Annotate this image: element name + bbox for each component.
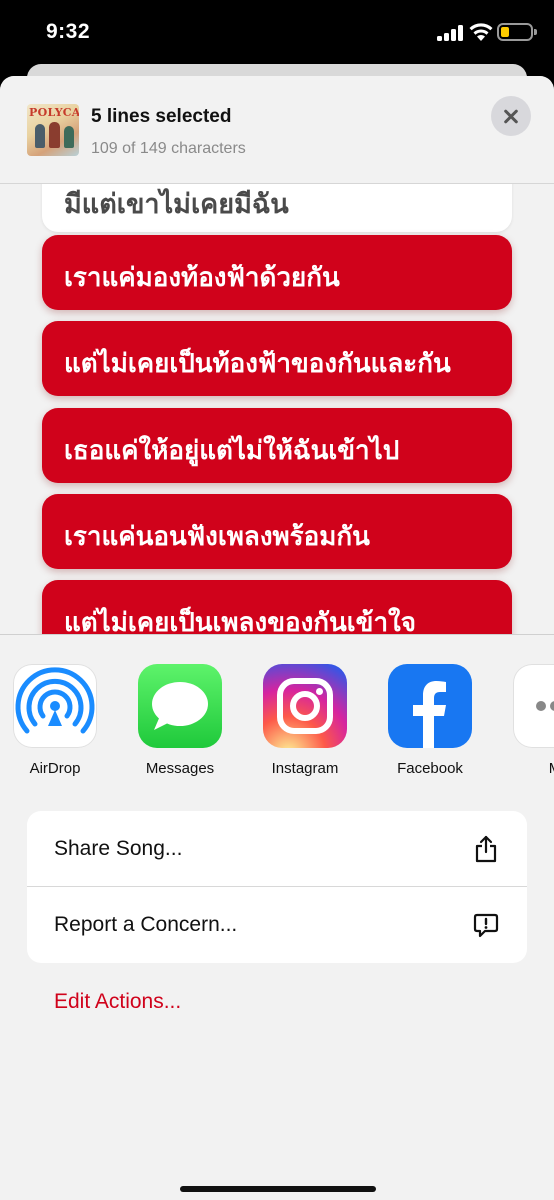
share-app-label: Instagram bbox=[271, 760, 339, 777]
divider bbox=[0, 634, 554, 635]
share-song-button[interactable]: Share Song... bbox=[27, 811, 527, 887]
share-app-label: Messages bbox=[145, 760, 215, 777]
battery-icon bbox=[497, 23, 537, 41]
lyric-line-text: เราแค่นอนฟังเพลงพร้อมกัน bbox=[64, 521, 370, 551]
album-art: POLYCAT bbox=[27, 104, 79, 156]
lyric-line-selected[interactable]: เธอแค่ให้อยู่แต่ไม่ให้ฉันเข้าไป bbox=[42, 408, 512, 483]
sheet-header: POLYCAT 5 lines selected 109 of 149 char… bbox=[0, 76, 554, 184]
cellular-signal-icon bbox=[437, 25, 465, 41]
airdrop-icon bbox=[13, 664, 97, 748]
close-button[interactable] bbox=[491, 96, 531, 136]
status-bar: 9:32 bbox=[0, 0, 554, 64]
report-concern-button[interactable]: Report a Concern... bbox=[27, 887, 527, 963]
action-label: Report a Concern... bbox=[54, 913, 238, 936]
action-label: Share Song... bbox=[54, 837, 183, 860]
lyrics-preview: มีแต่เขาไม่เคยมีฉัน เราแค่มองท้องฟ้าด้วย… bbox=[0, 184, 554, 634]
share-icon bbox=[475, 835, 497, 863]
messages-icon bbox=[138, 664, 222, 748]
home-indicator bbox=[180, 1186, 376, 1192]
share-app-label: Facebook bbox=[397, 760, 463, 777]
share-app-label: M bbox=[500, 760, 554, 777]
share-sheet: POLYCAT 5 lines selected 109 of 149 char… bbox=[0, 76, 554, 1200]
status-time: 9:32 bbox=[46, 20, 91, 43]
share-app-label: AirDrop bbox=[29, 760, 81, 777]
lyric-line-selected[interactable]: เราแค่นอนฟังเพลงพร้อมกัน bbox=[42, 494, 512, 569]
report-icon bbox=[473, 913, 499, 938]
lyric-line-text: แต่ไม่เคยเป็นท้องฟ้าของกันและกัน bbox=[64, 348, 451, 378]
album-art-text: POLYCAT bbox=[29, 106, 79, 119]
lyric-line-text: เราแค่มองท้องฟ้าด้วยกัน bbox=[64, 262, 340, 292]
selection-subtitle: 109 of 149 characters bbox=[91, 140, 246, 157]
share-apps-row: AirDrop Messages Instagram Facebook bbox=[0, 664, 554, 784]
more-icon bbox=[513, 664, 554, 748]
facebook-icon bbox=[388, 664, 472, 748]
selection-title: 5 lines selected bbox=[91, 106, 232, 127]
lyric-line-text: มีแต่เขาไม่เคยมีฉัน bbox=[64, 189, 289, 219]
edit-actions-link[interactable]: Edit Actions... bbox=[54, 990, 181, 1014]
actions-list: Share Song... Report a Concern... bbox=[27, 811, 527, 963]
lyric-line-selected[interactable]: แต่ไม่เคยเป็นเพลงของกันเข้าใจ bbox=[42, 580, 512, 634]
wifi-icon bbox=[469, 23, 493, 41]
lyric-line-text: เธอแค่ให้อยู่แต่ไม่ให้ฉันเข้าไป bbox=[64, 435, 400, 465]
lyric-line-selected[interactable]: เราแค่มองท้องฟ้าด้วยกัน bbox=[42, 235, 512, 310]
lyric-line-text: แต่ไม่เคยเป็นเพลงของกันเข้าใจ bbox=[64, 607, 416, 634]
lyric-line-unselected[interactable]: มีแต่เขาไม่เคยมีฉัน bbox=[42, 184, 512, 232]
lyric-line-selected[interactable]: แต่ไม่เคยเป็นท้องฟ้าของกันและกัน bbox=[42, 321, 512, 396]
instagram-icon bbox=[263, 664, 347, 748]
